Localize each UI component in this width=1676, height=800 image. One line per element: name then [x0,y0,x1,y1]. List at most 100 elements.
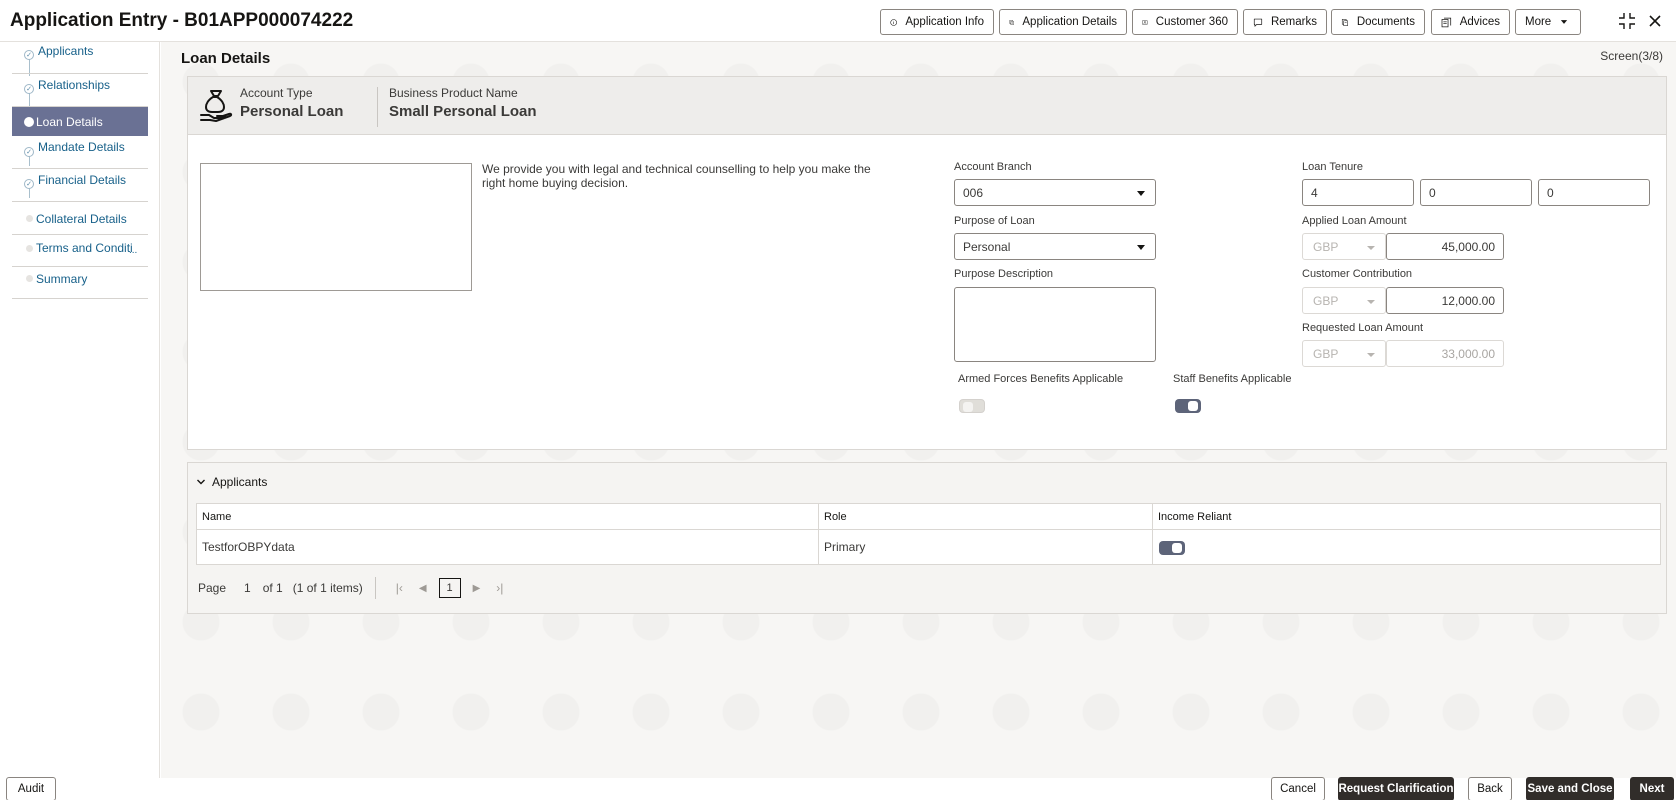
loan-tenure-days-input[interactable]: 0 [1538,179,1650,206]
last-page-icon[interactable]: ›| [496,581,503,595]
sidebar-item-collateral-details[interactable]: Collateral Details [12,203,148,235]
sidebar-item-financial-details[interactable]: Financial Details [12,170,148,202]
back-button[interactable]: Back [1468,777,1512,800]
next-button[interactable]: Next [1630,777,1674,800]
previous-page-icon[interactable]: ◀ [419,583,427,594]
applied-loan-amount-value: 45,000.00 [1441,240,1495,254]
request-clarification-button[interactable]: Request Clarification [1338,777,1454,800]
audit-button[interactable]: Audit [6,777,56,800]
caret-down-icon [1561,20,1568,24]
sidebar-item-terms-and-conditions[interactable]: Terms and Conditi ... [12,235,148,267]
income-reliant-toggle[interactable] [1159,541,1185,555]
application-info-button[interactable]: Application Info [880,9,994,35]
first-page-icon[interactable]: |‹ [396,581,403,595]
page-number[interactable]: 1 [244,581,251,595]
purpose-of-loan-value: Personal [963,240,1011,254]
currency-value: GBP [1313,240,1339,254]
sidebar-item-mandate-details[interactable]: Mandate Details [12,137,148,169]
loan-tenure-years-input[interactable]: 4 [1302,179,1414,206]
train-stop-sidebar: Applicants Relationships Loan Details Ma… [0,42,160,778]
caret-down-icon [1367,353,1375,357]
cell-role: Primary [819,530,1153,564]
page-title: Loan Details [181,50,271,67]
truncation-ellipsis: ... [129,245,138,256]
caret-down-icon [1367,300,1375,304]
sidebar-item-label: Financial Details [38,173,127,187]
loan-tenure-days-value: 0 [1547,186,1554,200]
cell-name: TestforOBPYdata [197,530,819,564]
remarks-button[interactable]: Remarks [1243,9,1327,35]
requested-loan-amount-input: 33,000.00 [1386,340,1504,367]
customer-360-label: Customer 360 [1155,16,1228,28]
armed-forces-toggle[interactable] [959,399,985,413]
sidebar-item-label: Summary [36,272,88,286]
currency-value: GBP [1313,347,1339,361]
account-type-value: Personal Loan [240,103,344,120]
column-header-income-reliant[interactable]: Income Reliant [1153,504,1662,529]
loan-details-card: Account Type Personal Loan Business Prod… [187,76,1667,450]
purpose-description-textarea[interactable] [954,287,1156,362]
sidebar-item-label: Terms and Conditi [36,241,133,255]
sidebar-item-loan-details[interactable]: Loan Details [12,107,148,136]
toggle-knob [963,402,973,412]
sidebar-item-summary[interactable]: Summary [12,267,148,299]
account-branch-select[interactable]: 006 [954,179,1156,206]
sidebar-item-applicants[interactable]: Applicants [12,42,148,74]
page-label: Page [198,581,227,595]
step-complete-icon [24,147,34,157]
customer-card-icon [1142,19,1148,25]
table-pagination: Page 1 of 1 (1 of 1 items) |‹ ◀ 1 ▶ ›| [198,576,511,600]
purpose-of-loan-select[interactable]: Personal [954,233,1156,260]
sidebar-item-label: Mandate Details [38,140,125,154]
next-page-icon[interactable]: ▶ [473,583,481,594]
advices-button[interactable]: Advices [1431,9,1510,35]
applied-loan-amount-label: Applied Loan Amount [1302,215,1407,227]
page-header-title: Application Entry - B01APP000074222 [10,10,354,31]
documents-button[interactable]: Documents [1331,9,1425,35]
applied-amount-currency-select: GBP [1302,233,1386,260]
step-current-icon [24,117,34,127]
collapse-icon[interactable] [1617,11,1637,31]
close-icon[interactable] [1645,11,1665,31]
applied-loan-amount-input[interactable]: 45,000.00 [1386,233,1504,260]
more-button[interactable]: More [1515,9,1581,35]
account-summary-header: Account Type Personal Loan Business Prod… [188,77,1666,135]
column-header-name[interactable]: Name [197,504,819,529]
business-product-label: Business Product Name [389,86,518,100]
currency-value: GBP [1313,294,1339,308]
step-complete-icon [24,84,34,94]
screen-counter: Screen(3/8) [1600,49,1663,63]
applicants-panel: Applicants Name Role Income Reliant Test… [187,462,1667,614]
product-description: We provide you with legal and technical … [482,162,871,190]
toggle-knob [1172,543,1182,553]
application-details-button[interactable]: Application Details [999,9,1127,35]
column-header-role[interactable]: Role [819,504,1153,529]
customer-contribution-input[interactable]: 12,000.00 [1386,287,1504,314]
main-content: Loan Details Screen(3/8) Account Type Pe… [161,42,1676,778]
item-count: (1 of 1 items) [292,581,363,595]
cancel-button[interactable]: Cancel [1271,777,1325,800]
applicants-panel-title[interactable]: Applicants [212,475,267,489]
table-row[interactable]: TestforOBPYdata Primary [197,530,1660,564]
sidebar-item-label: Loan Details [36,115,103,129]
account-type-label: Account Type [240,86,313,100]
account-branch-label: Account Branch [954,161,1032,173]
customer-360-button[interactable]: Customer 360 [1132,9,1238,35]
loan-tenure-months-value: 0 [1429,186,1436,200]
loan-tenure-months-input[interactable]: 0 [1420,179,1532,206]
documents-label: Documents [1356,16,1415,28]
sidebar-item-relationships[interactable]: Relationships [12,75,148,107]
chevron-down-icon[interactable] [196,477,206,487]
staff-benefits-toggle[interactable] [1175,399,1201,413]
requested-loan-amount-label: Requested Loan Amount [1302,322,1424,334]
save-and-close-button[interactable]: Save and Close [1526,777,1614,800]
purpose-of-loan-label: Purpose of Loan [954,215,1035,227]
step-pending-icon [26,245,33,252]
advices-label: Advices [1459,16,1500,28]
staff-benefits-label: Staff Benefits Applicable [1173,373,1292,385]
loan-tenure-label: Loan Tenure [1302,161,1363,173]
step-complete-icon [24,179,34,189]
info-icon [890,18,897,26]
caret-down-icon [1367,246,1375,250]
current-page-button[interactable]: 1 [438,578,461,598]
